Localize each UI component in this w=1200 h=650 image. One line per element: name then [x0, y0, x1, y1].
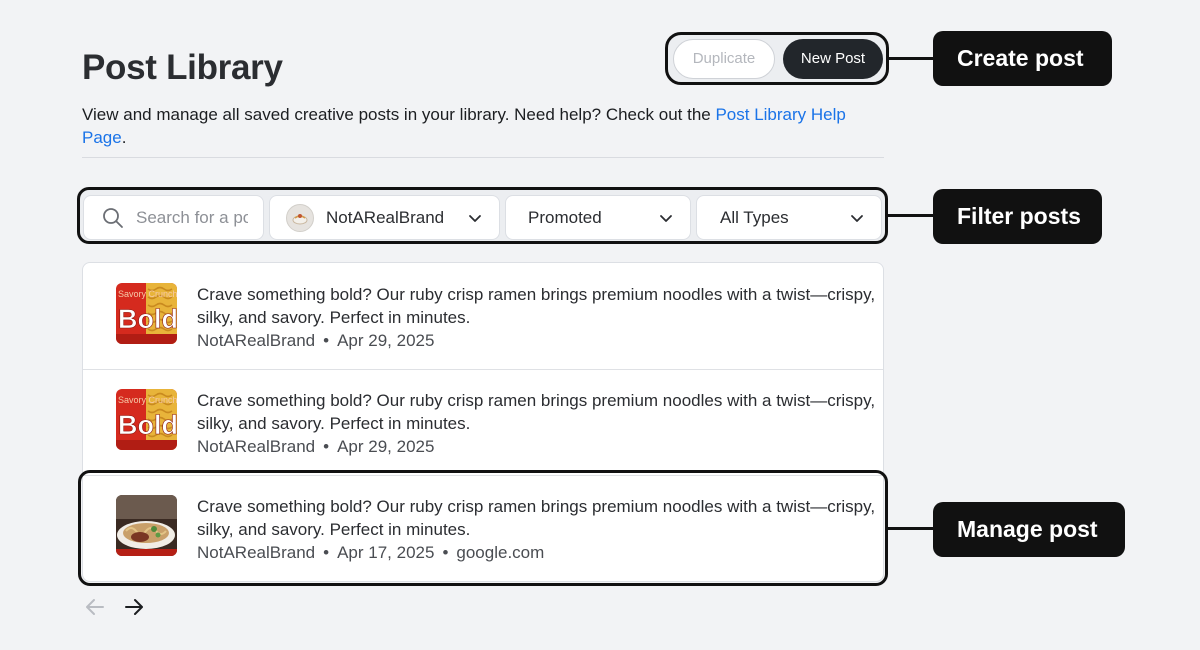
arrow-right-icon[interactable]	[123, 596, 147, 618]
duplicate-button[interactable]: Duplicate	[673, 38, 775, 79]
manage-post-callout: Manage post	[933, 502, 1125, 557]
header-divider	[82, 157, 884, 158]
manage-callout-connector	[888, 527, 935, 530]
post-actions-group: Duplicate New Post	[665, 32, 889, 85]
post-thumbnail	[116, 495, 177, 556]
page-title: Post Library	[82, 48, 283, 87]
create-post-callout: Create post	[933, 31, 1112, 86]
brand-filter-label: NotARealBrand	[326, 207, 445, 227]
search-input[interactable]: Search for a post	[136, 208, 248, 228]
post-domain: google.com	[456, 543, 545, 562]
thumbnail-caption: Savory Crunchy	[118, 289, 177, 299]
chevron-down-icon	[467, 210, 483, 231]
post-content: Crave something bold? Our ruby crisp ram…	[197, 283, 877, 352]
chevron-down-icon	[849, 210, 865, 231]
post-thumbnail: Savory Crunchy Bold	[116, 389, 177, 450]
description-text: View and manage all saved creative posts…	[82, 105, 716, 124]
post-content: Crave something bold? Our ruby crisp ram…	[197, 495, 877, 564]
post-row[interactable]: Crave something bold? Our ruby crisp ram…	[83, 475, 883, 581]
post-content: Crave something bold? Our ruby crisp ram…	[197, 389, 877, 458]
status-filter-dropdown[interactable]: Promoted	[505, 195, 691, 240]
meta-separator: •	[323, 543, 330, 562]
post-date: Apr 29, 2025	[337, 437, 435, 456]
post-caption: Crave something bold? Our ruby crisp ram…	[197, 497, 876, 539]
search-icon	[102, 207, 124, 229]
post-brand: NotARealBrand	[197, 543, 316, 562]
thumbnail-caption: Savory Crunchy	[118, 395, 177, 405]
filter-callout-connector	[888, 214, 935, 217]
thumbnail-title: Bold	[118, 410, 177, 440]
post-meta: NotARealBrand • Apr 29, 2025	[197, 329, 877, 352]
post-brand: NotARealBrand	[197, 437, 316, 456]
brand-avatar	[286, 203, 314, 232]
new-post-button[interactable]: New Post	[783, 38, 883, 79]
post-caption: Crave something bold? Our ruby crisp ram…	[197, 285, 876, 327]
meta-separator: •	[323, 437, 330, 456]
meta-separator: •	[442, 543, 449, 562]
page-description: View and manage all saved creative posts…	[82, 103, 882, 149]
post-meta: NotARealBrand • Apr 17, 2025 • google.com	[197, 541, 877, 564]
filter-posts-callout: Filter posts	[933, 189, 1102, 244]
post-meta: NotARealBrand • Apr 29, 2025	[197, 435, 877, 458]
description-suffix: .	[121, 128, 127, 147]
post-brand: NotARealBrand	[197, 331, 316, 350]
brand-filter-dropdown[interactable]: NotARealBrand	[269, 195, 500, 240]
post-date: Apr 29, 2025	[337, 331, 435, 350]
create-callout-connector	[889, 57, 935, 60]
post-date: Apr 17, 2025	[337, 543, 435, 562]
post-row[interactable]: Savory Crunchy Bold Crave something bold…	[83, 369, 883, 475]
post-row[interactable]: Savory Crunchy Bold Crave something bold…	[83, 263, 883, 369]
status-filter-label: Promoted	[528, 207, 602, 227]
chevron-down-icon	[658, 210, 674, 231]
post-thumbnail: Savory Crunchy Bold	[116, 283, 177, 344]
type-filter-label: All Types	[720, 207, 789, 227]
search-field[interactable]: Search for a post	[83, 195, 264, 240]
arrow-left-icon[interactable]	[84, 596, 108, 618]
meta-separator: •	[323, 331, 330, 350]
thumbnail-title: Bold	[118, 304, 177, 334]
post-list: Savory Crunchy Bold Crave something bold…	[82, 262, 884, 582]
post-caption: Crave something bold? Our ruby crisp ram…	[197, 391, 876, 433]
type-filter-dropdown[interactable]: All Types	[696, 195, 882, 240]
